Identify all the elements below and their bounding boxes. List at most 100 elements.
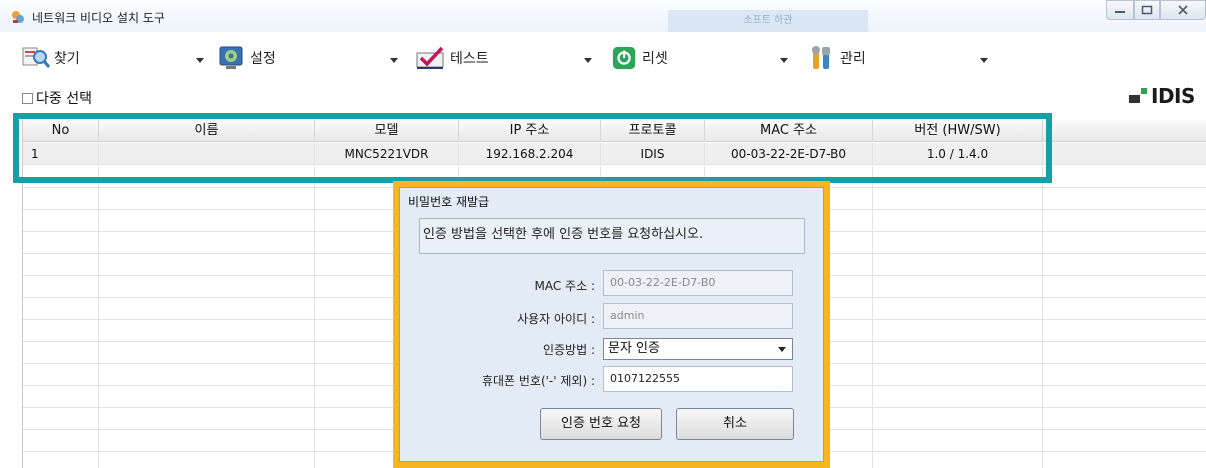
empty-cell [23, 320, 99, 342]
user-id-field: admin [603, 303, 793, 329]
idis-logo: IDIS [1128, 84, 1195, 108]
empty-cell [99, 188, 315, 210]
manage-dropdown-arrow[interactable] [980, 58, 988, 63]
multi-select-checkbox[interactable]: 다중 선택 [22, 88, 92, 108]
empty-cell [1043, 408, 1206, 430]
title-bar: 네트워크 비디오 설치 도구 소프트 하관 [0, 0, 1206, 32]
toolbar-reset-label: 리셋 [642, 51, 668, 67]
empty-cell [873, 232, 1043, 254]
toolbar-reset-button[interactable]: 리셋 [612, 44, 668, 72]
empty-cell [1043, 452, 1206, 468]
column-header-no[interactable]: No [23, 120, 99, 142]
user-id-label: 사용자 아이디 : [517, 312, 595, 326]
empty-cell [99, 320, 315, 342]
empty-cell [873, 254, 1043, 276]
empty-cell [1043, 386, 1206, 408]
empty-cell [23, 232, 99, 254]
empty-cell [873, 430, 1043, 452]
empty-cell [873, 320, 1043, 342]
app-icon [12, 11, 24, 23]
auth-method-label: 인증방법 : [542, 343, 595, 357]
multi-select-label: 다중 선택 [36, 91, 92, 107]
mac-field: 00-03-22-2E-D7-B0 [603, 270, 793, 296]
empty-cell [873, 166, 1043, 188]
logo-text: IDIS [1151, 84, 1195, 108]
toolbar-settings-button[interactable]: 설정 [218, 44, 276, 72]
dialog-title: 비밀번호 재발급 [408, 195, 490, 209]
toolbar-settings-label: 설정 [250, 51, 276, 67]
empty-cell [99, 276, 315, 298]
empty-cell [23, 166, 99, 188]
empty-cell [99, 430, 315, 452]
empty-cell [873, 342, 1043, 364]
ghost-tab: 소프트 하관 [668, 10, 868, 32]
empty-cell [873, 210, 1043, 232]
cell-no: 1 [23, 143, 99, 165]
test-dropdown-arrow[interactable] [584, 58, 592, 63]
cell-name [99, 143, 315, 165]
empty-cell [23, 408, 99, 430]
empty-cell [1043, 298, 1206, 320]
cancel-button[interactable]: 취소 [676, 408, 794, 440]
settings-dropdown-arrow[interactable] [390, 58, 398, 63]
empty-cell [23, 188, 99, 210]
phone-label: 휴대폰 번호('-' 제외) : [481, 374, 595, 388]
close-icon [1178, 5, 1188, 15]
toolbar-manage-button[interactable]: 관리 [808, 44, 866, 72]
reset-dropdown-arrow[interactable] [780, 58, 788, 63]
empty-cell [873, 298, 1043, 320]
dialog-message-box: 인증 방법을 선택한 후에 인증 번호를 요청하십시오. [419, 218, 805, 254]
empty-cell [99, 408, 315, 430]
dialog-message: 인증 방법을 선택한 후에 인증 번호를 요청하십시오. [423, 227, 704, 242]
toolbar-test-button[interactable]: 테스트 [412, 44, 489, 72]
empty-cell [99, 254, 315, 276]
checkbox-box[interactable] [22, 92, 33, 104]
auth-method-select[interactable]: 문자 인증 [603, 338, 793, 360]
empty-cell [99, 298, 315, 320]
empty-cell [23, 364, 99, 386]
empty-cell [1043, 210, 1206, 232]
cell-model: MNC5221VDR [315, 143, 459, 165]
phone-input[interactable]: 0107122555 [603, 366, 793, 392]
search-dropdown-arrow[interactable] [196, 58, 204, 63]
empty-cell [23, 210, 99, 232]
toolbar-manage-label: 관리 [840, 51, 866, 67]
toolbar-search-button[interactable]: 찾기 [22, 44, 80, 72]
empty-cell [1043, 342, 1206, 364]
column-header-protocol[interactable]: 프로토콜 [601, 120, 705, 142]
auth-method-value: 문자 인증 [608, 341, 660, 356]
window-title: 네트워크 비디오 설치 도구 [32, 11, 165, 25]
minimize-button[interactable] [1106, 0, 1134, 20]
search-icon [22, 47, 50, 68]
maximize-button[interactable] [1134, 0, 1160, 20]
empty-cell [873, 276, 1043, 298]
table-header: No 이름 모델 IP 주소 프로토콜 MAC 주소 버전 (HW/SW) [23, 120, 1206, 142]
empty-cell [1043, 188, 1206, 210]
empty-cell [99, 166, 315, 188]
column-header-mac[interactable]: MAC 주소 [705, 120, 873, 142]
close-button[interactable] [1160, 0, 1206, 20]
column-header-ip[interactable]: IP 주소 [459, 120, 601, 142]
column-header-version[interactable]: 버전 (HW/SW) [873, 120, 1043, 142]
chevron-down-icon [778, 347, 786, 352]
request-code-button[interactable]: 인증 번호 요청 [540, 408, 662, 440]
table-row[interactable]: 1 MNC5221VDR 192.168.2.204 IDIS 00-03-22… [23, 143, 1206, 165]
empty-cell [873, 364, 1043, 386]
password-reissue-dialog: 비밀번호 재발급 인증 방법을 선택한 후에 인증 번호를 요청하십시오. MA… [399, 187, 824, 462]
power-icon [612, 46, 636, 70]
column-header-model[interactable]: 모델 [315, 120, 459, 142]
toolbar-test-label: 테스트 [450, 51, 489, 67]
empty-cell [23, 342, 99, 364]
empty-cell [1043, 276, 1206, 298]
empty-cell [873, 408, 1043, 430]
empty-cell [1043, 166, 1206, 188]
empty-cell [23, 386, 99, 408]
column-header-name[interactable]: 이름 [99, 120, 315, 142]
toolbar: 찾기 설정 테스트 리셋 관리 다중 선택 IDIS [0, 32, 1206, 122]
empty-cell [23, 276, 99, 298]
logo-mark-icon [1129, 88, 1147, 103]
empty-cell [99, 386, 315, 408]
empty-cell [23, 452, 99, 468]
empty-cell [99, 364, 315, 386]
maximize-icon [1141, 5, 1153, 15]
